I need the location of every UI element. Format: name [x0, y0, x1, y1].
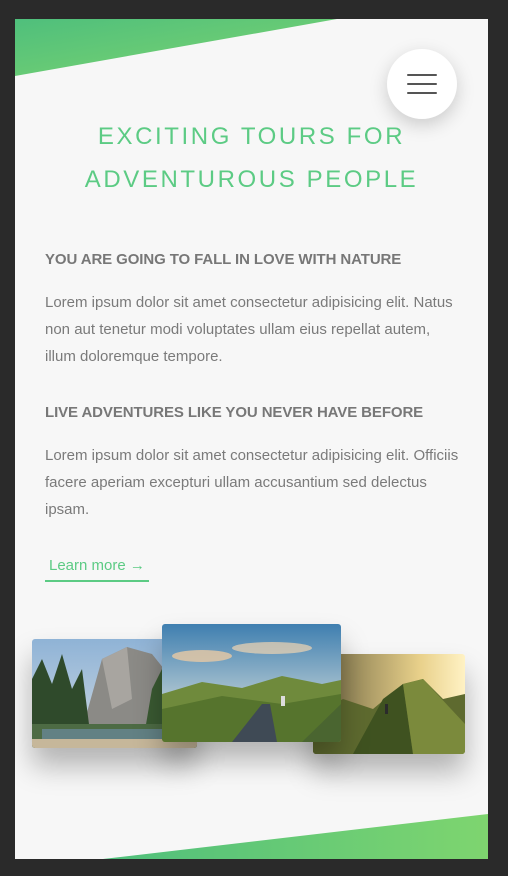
hamburger-icon [407, 74, 437, 94]
hero-title-line1: EXCITING TOURS FOR [97, 123, 406, 150]
section-heading-nature: YOU ARE GOING TO FALL IN LOVE WITH NATUR… [45, 251, 402, 268]
page: EXCITING TOURS FOR ADVENTUROUS PEOPLE YO… [15, 19, 488, 859]
section-text-nature: Lorem ipsum dolor sit amet consectetur a… [45, 294, 453, 365]
hero-title-line2: ADVENTUROUS PEOPLE [84, 166, 419, 193]
learn-more-link[interactable]: Learn more → [45, 557, 149, 582]
section-text-adventures: Lorem ipsum dolor sit amet consectetur a… [45, 447, 459, 518]
footer-green-wedge [103, 814, 488, 859]
menu-button[interactable] [387, 49, 457, 119]
section-heading-adventures: LIVE ADVENTURES LIKE YOU NEVER HAVE BEFO… [45, 404, 424, 421]
photo-road-hills[interactable] [162, 624, 341, 742]
hero-title: EXCITING TOURS FOR ADVENTUROUS PEOPLE [15, 115, 488, 201]
